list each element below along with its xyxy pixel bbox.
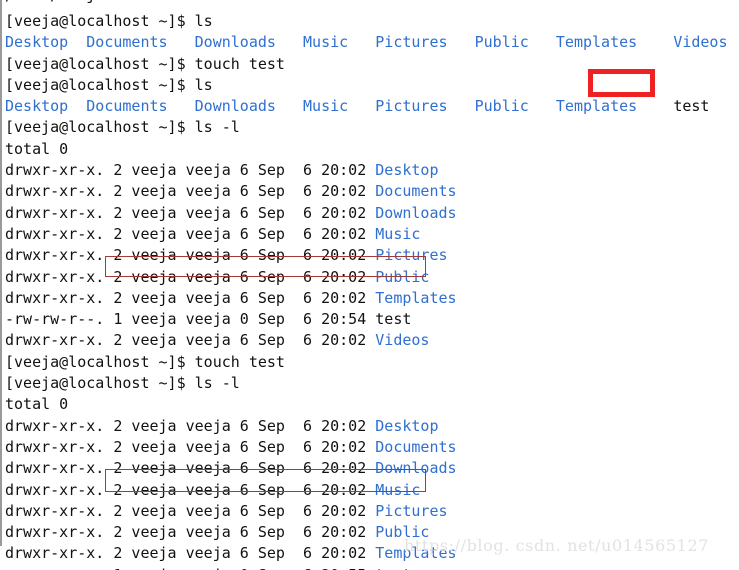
shell-prompt: [veeja@localhost ~]$ — [5, 75, 195, 94]
ls-entry-documents: Documents — [86, 33, 168, 52]
ls-long-row: drwxr-xr-x. 2 veeja veeja 6 Sep 6 20:02 … — [5, 160, 739, 181]
ls-long-row: drwxr-xr-x. 2 veeja veeja 6 Sep 6 20:02 … — [5, 224, 739, 245]
ls-long-metadata: drwxr-xr-x. 2 veeja veeja 6 Sep 6 20:02 — [5, 161, 376, 180]
ls-long-metadata: drwxr-xr-x. 2 veeja veeja 6 Sep 6 20:02 — [5, 182, 376, 201]
watermark-text: https://blog. csdn. net/u014565127 — [404, 536, 710, 555]
terminal-left-border — [0, 0, 2, 546]
shell-command: touch test — [194, 352, 285, 371]
terminal-command-line[interactable]: [veeja@localhost ~]$ touch test — [5, 352, 739, 373]
ls-long-row: drwxr-xr-x. 2 veeja veeja 6 Sep 6 20:02 … — [5, 330, 739, 351]
shell-prompt: [veeja@localhost ~]$ — [5, 12, 195, 30]
ls-long-metadata: drwxr-xr-x. 2 veeja veeja 6 Sep 6 20:02 — [5, 437, 376, 456]
ls-total-line: total 0 — [5, 395, 69, 414]
ls-entry-pictures: Pictures — [375, 97, 448, 116]
ls-entry-music: Music — [375, 224, 421, 243]
ls-entry-desktop: Desktop — [5, 33, 69, 52]
ls-entry-desktop: Desktop — [375, 161, 439, 180]
ls-entry-test: test — [375, 566, 411, 570]
annotation-box-test-row-second — [105, 469, 426, 492]
ls-entry-documents: Documents — [86, 97, 168, 116]
terminal-screenshot: /home/veeja[veeja@localhost ~]$ lsDeskto… — [0, 0, 739, 570]
ls-entry-test: test — [673, 97, 710, 116]
ls-long-metadata: drwxr-xr-x. 2 veeja veeja 6 Sep 6 20:02 — [5, 523, 376, 542]
ls-long-metadata: drwxr-xr-x. 2 veeja veeja 6 Sep 6 20:02 — [5, 224, 376, 243]
ls-long-metadata: drwxr-xr-x. 2 veeja veeja 6 Sep 6 20:02 — [5, 203, 376, 222]
terminal-command-line[interactable]: [veeja@localhost ~]$ ls -l — [5, 373, 739, 394]
ls-entry-downloads: Downloads — [194, 97, 276, 116]
ls-long-metadata: drwxr-xr-x. 2 veeja veeja 6 Sep 6 20:02 — [5, 288, 376, 307]
shell-prompt: [veeja@localhost ~]$ — [5, 54, 195, 73]
ls-long-metadata: drwxr-xr-x. 2 veeja veeja 6 Sep 6 20:02 — [5, 544, 376, 563]
ls-long-metadata: -rw-rw-r--. 1 veeja veeja 0 Sep 6 20:54 — [5, 310, 376, 329]
shell-prompt: [veeja@localhost ~]$ — [5, 352, 195, 371]
ls-long-row: -rw-rw-r--. 1 veeja veeja 0 Sep 6 20:54 … — [5, 309, 739, 330]
terminal-line-clipped: /home/veeja — [5, 0, 739, 11]
ls-long-row: drwxr-xr-x. 2 veeja veeja 6 Sep 6 20:02 … — [5, 181, 739, 202]
ls-long-row: drwxr-xr-x. 2 veeja veeja 6 Sep 6 20:02 … — [5, 203, 739, 224]
ls-entry-pictures: Pictures — [375, 501, 448, 520]
ls-long-metadata: drwxr-xr-x. 2 veeja veeja 6 Sep 6 20:02 — [5, 416, 376, 435]
shell-command: ls -l — [194, 374, 240, 393]
ls-entry-music: Music — [303, 33, 349, 52]
annotation-box-test-row-first — [105, 256, 426, 277]
ls-entry-pictures: Pictures — [375, 33, 448, 52]
ls-entry-templates: Templates — [555, 33, 638, 52]
ls-long-row: -rw-rw-r--. 1 veeja veeja 0 Sep 6 20:55 … — [5, 565, 739, 570]
ls-long-metadata: drwxr-xr-x. 2 veeja veeja 6 Sep 6 20:02 — [5, 501, 376, 520]
ls-entry-documents: Documents — [375, 182, 457, 201]
shell-prompt: [veeja@localhost ~]$ — [5, 374, 195, 393]
ls-entry-templates: Templates — [375, 288, 457, 307]
ls-entry-templates: Templates — [555, 97, 638, 116]
ls-entry-videos: Videos — [375, 331, 430, 350]
ls-column-output-row: Desktop Documents Downloads Music Pictur… — [5, 96, 739, 117]
shell-command: ls — [194, 12, 213, 30]
ls-long-row: drwxr-xr-x. 2 veeja veeja 6 Sep 6 20:02 … — [5, 501, 739, 522]
shell-prompt: [veeja@localhost ~]$ — [5, 118, 195, 137]
ls-entry-videos: Videos — [673, 33, 728, 52]
ls-long-metadata: drwxr-xr-x. 2 veeja veeja 6 Sep 6 20:02 — [5, 331, 376, 350]
annotation-box-test-ls-output — [588, 69, 655, 97]
ls-long-row: drwxr-xr-x. 2 veeja veeja 6 Sep 6 20:02 … — [5, 288, 739, 309]
ls-entry-downloads: Downloads — [194, 33, 276, 52]
shell-command: ls -l — [194, 118, 240, 137]
ls-column-output-row: Desktop Documents Downloads Music Pictur… — [5, 32, 739, 53]
ls-entry-downloads: Downloads — [375, 203, 457, 222]
shell-command: ls — [194, 75, 213, 94]
shell-command: touch test — [194, 54, 285, 73]
terminal-command-line[interactable]: [veeja@localhost ~]$ ls — [5, 11, 739, 32]
ls-entry-desktop: Desktop — [375, 416, 439, 435]
ls-entry-public: Public — [474, 97, 529, 116]
ls-long-row: drwxr-xr-x. 2 veeja veeja 6 Sep 6 20:02 … — [5, 437, 739, 458]
ls-entry-documents: Documents — [375, 437, 457, 456]
terminal-command-line[interactable]: [veeja@localhost ~]$ ls -l — [5, 117, 739, 138]
ls-total-line: total 0 — [5, 139, 69, 158]
ls-long-row: drwxr-xr-x. 2 veeja veeja 6 Sep 6 20:02 … — [5, 416, 739, 437]
ls-long-metadata: -rw-rw-r--. 1 veeja veeja 0 Sep 6 20:55 — [5, 566, 375, 570]
ls-entry-test: test — [375, 310, 412, 329]
ls-entry-desktop: Desktop — [5, 97, 69, 116]
ls-entry-public: Public — [474, 33, 529, 52]
ls-entry-music: Music — [303, 97, 349, 116]
